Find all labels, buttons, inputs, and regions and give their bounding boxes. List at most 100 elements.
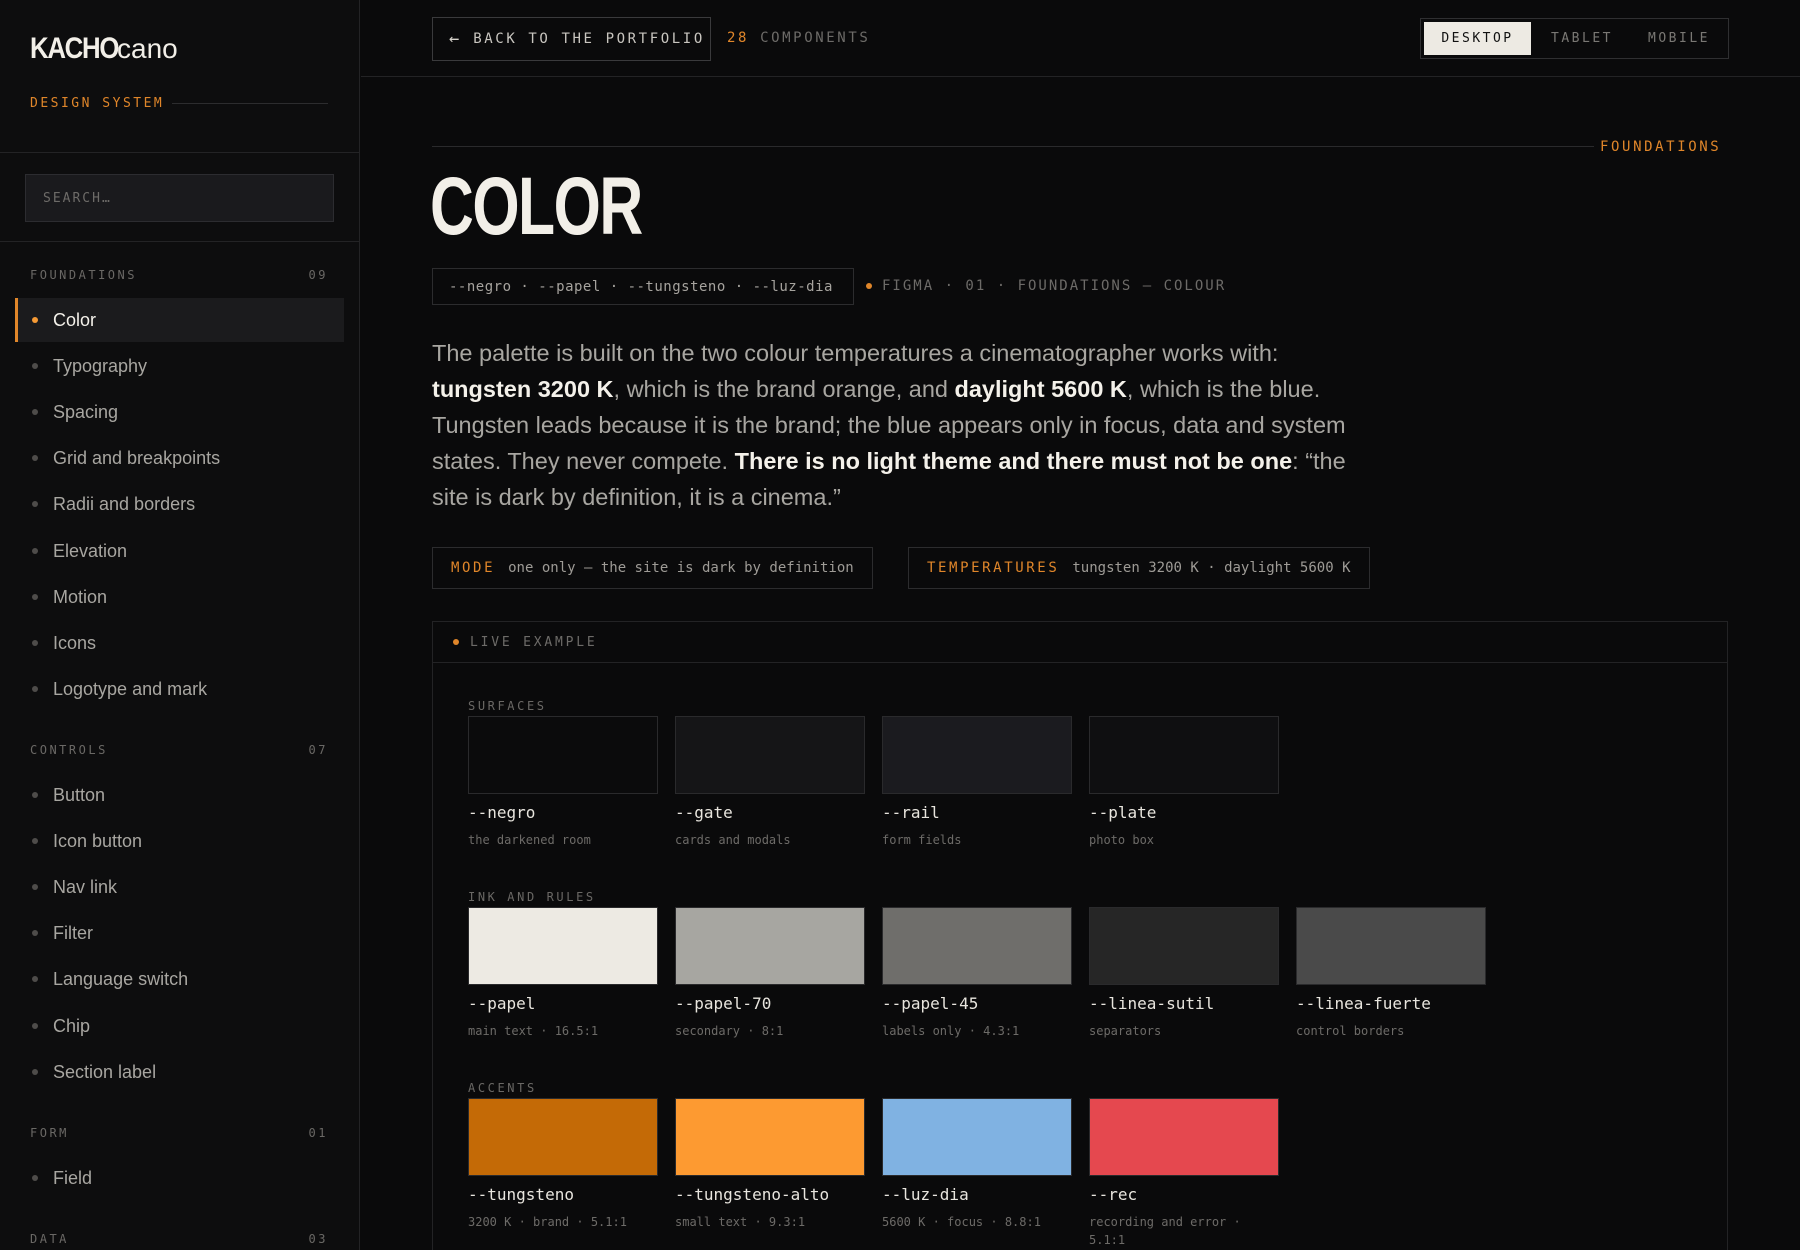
sidebar-item-color[interactable]: Color xyxy=(15,298,344,342)
bullet-dot-icon xyxy=(32,1023,38,1029)
color-swatch[interactable]: --papel-70 secondary · 8:1 xyxy=(675,907,865,1040)
viewport-toggle: DESKTOP TABLET MOBILE xyxy=(1420,18,1729,59)
color-swatch[interactable]: --rec recording and error · 5.1:1 xyxy=(1089,1098,1279,1249)
nav-group-title: CONTROLS xyxy=(30,743,108,757)
sidebar-item-logotype-and-mark[interactable]: Logotype and mark xyxy=(15,667,344,711)
swatch-group-title: ACCENTS xyxy=(468,1081,537,1095)
sidebar-item-label: Field xyxy=(53,1167,93,1188)
sidebar-item-label: Logotype and mark xyxy=(53,678,208,699)
sidebar-item-grid-and-breakpoints[interactable]: Grid and breakpoints xyxy=(15,436,344,480)
swatch-color-box xyxy=(675,1098,865,1176)
sidebar-item-spacing[interactable]: Spacing xyxy=(15,390,344,434)
swatch-token-name: --plate xyxy=(1089,803,1157,822)
sidebar-item-button[interactable]: Button xyxy=(15,773,344,817)
nav-group-header: FOUNDATIONS 09 xyxy=(30,268,328,282)
sidebar-item-field[interactable]: Field xyxy=(15,1156,344,1200)
color-swatch[interactable]: --linea-fuerte control borders xyxy=(1296,907,1486,1040)
sidebar-item-filter[interactable]: Filter xyxy=(15,911,344,955)
live-example-label: LIVE EXAMPLE xyxy=(470,634,598,650)
sidebar-item-label: Button xyxy=(53,784,106,805)
swatch-token-name: --tungsteno xyxy=(468,1185,574,1204)
viewport-tablet-button[interactable]: TABLET xyxy=(1531,22,1633,55)
component-count: 28 COMPONENTS xyxy=(727,30,870,46)
pill-value: tungsten 3200 K · daylight 5600 K xyxy=(1072,560,1351,576)
mode-pill: MODE one only — the site is dark by defi… xyxy=(432,547,873,589)
section-rule xyxy=(432,146,1594,147)
swatch-color-box xyxy=(468,716,658,794)
color-swatch[interactable]: --papel main text · 16.5:1 xyxy=(468,907,658,1040)
sidebar-item-typography[interactable]: Typography xyxy=(15,344,344,388)
brand-logo[interactable]: KACHO cano xyxy=(30,32,178,66)
sidebar-item-motion[interactable]: Motion xyxy=(15,575,344,619)
sidebar-item-label: Grid and breakpoints xyxy=(53,447,221,468)
swatch-description: the darkened room xyxy=(468,833,591,847)
status-dot-icon xyxy=(453,639,459,645)
swatch-token-name: --rail xyxy=(882,803,940,822)
nav-group-count: 03 xyxy=(308,1232,328,1246)
swatch-color-box xyxy=(1089,716,1279,794)
nav-group-count: 09 xyxy=(308,268,328,282)
color-swatch[interactable]: --negro the darkened room xyxy=(468,716,658,849)
swatch-description: separators xyxy=(1089,1024,1162,1038)
temperatures-pill: TEMPERATURES tungsten 3200 K · daylight … xyxy=(908,547,1370,589)
nav-group-count: 07 xyxy=(308,743,328,757)
intro-text: , which is the brand orange, and xyxy=(613,376,955,402)
swatch-token-name: --papel-45 xyxy=(882,994,979,1013)
color-swatch[interactable]: --linea-sutil separators xyxy=(1089,907,1279,1040)
swatch-description: secondary · 8:1 xyxy=(675,1024,784,1038)
intro-paragraph: The palette is built on the two colour t… xyxy=(432,335,1382,515)
sidebar-item-language-switch[interactable]: Language switch xyxy=(15,957,344,1001)
sidebar-item-label: Filter xyxy=(53,922,93,943)
color-swatch[interactable]: --tungsteno 3200 K · brand · 5.1:1 xyxy=(468,1098,658,1231)
intro-emphasis: There is no light theme and there must n… xyxy=(734,448,1293,474)
sidebar-item-nav-link[interactable]: Nav link xyxy=(15,865,344,909)
divider xyxy=(0,241,359,242)
status-dot-icon xyxy=(866,283,872,289)
color-swatch[interactable]: --tungsteno-alto small text · 9.3:1 xyxy=(675,1098,865,1231)
color-swatch[interactable]: --luz-dia 5600 K · focus · 8.8:1 xyxy=(882,1098,1072,1231)
swatch-description: photo box xyxy=(1089,833,1155,847)
figma-reference: FIGMA · 01 · FOUNDATIONS — COLOUR xyxy=(866,278,1226,294)
color-swatch[interactable]: --plate photo box xyxy=(1089,716,1279,849)
swatch-description: recording and error · 5.1:1 xyxy=(1089,1215,1241,1247)
brand-wordmark-light: cano xyxy=(117,33,178,64)
sidebar-item-label: Icon button xyxy=(53,830,143,851)
sidebar-item-icon-button[interactable]: Icon button xyxy=(15,819,344,863)
back-button-label: BACK TO THE PORTFOLIO xyxy=(473,31,705,47)
section-tag: FOUNDATIONS xyxy=(1600,139,1722,155)
pill-key: MODE xyxy=(451,560,496,576)
sidebar-item-label: Motion xyxy=(53,586,108,607)
color-swatch[interactable]: --rail form fields xyxy=(882,716,1072,849)
color-swatch[interactable]: --gate cards and modals xyxy=(675,716,865,849)
swatch-token-name: --papel-70 xyxy=(675,994,772,1013)
swatch-color-box xyxy=(675,907,865,985)
nav-group-header: DATA 03 xyxy=(30,1232,328,1246)
page-title: COLOR xyxy=(430,161,643,252)
intro-text: The palette is built on the two colour t… xyxy=(432,340,1279,366)
swatch-color-box xyxy=(1296,907,1486,985)
viewport-mobile-button[interactable]: MOBILE xyxy=(1633,22,1725,55)
sidebar-item-chip[interactable]: Chip xyxy=(15,1004,344,1048)
sidebar-item-section-label[interactable]: Section label xyxy=(15,1050,344,1094)
viewport-desktop-button[interactable]: DESKTOP xyxy=(1424,22,1531,55)
sidebar-item-radii-and-borders[interactable]: Radii and borders xyxy=(15,482,344,526)
swatch-description: main text · 16.5:1 xyxy=(468,1024,599,1038)
sidebar-item-label: Icons xyxy=(53,632,97,653)
sidebar-item-label: Elevation xyxy=(53,540,128,561)
figma-reference-text: FIGMA · 01 · FOUNDATIONS — COLOUR xyxy=(882,278,1227,294)
sidebar-item-elevation[interactable]: Elevation xyxy=(15,529,344,573)
top-bar: ← BACK TO THE PORTFOLIO 28 COMPONENTS DE… xyxy=(361,0,1800,77)
swatch-token-name: --papel xyxy=(468,994,536,1013)
swatch-color-box xyxy=(675,716,865,794)
back-to-portfolio-button[interactable]: ← BACK TO THE PORTFOLIO xyxy=(432,17,711,61)
swatch-description: cards and modals xyxy=(675,833,791,847)
swatch-description: labels only · 4.3:1 xyxy=(882,1024,1020,1038)
sidebar-item-icons[interactable]: Icons xyxy=(15,621,344,665)
swatch-token-name: --luz-dia xyxy=(882,1185,969,1204)
color-swatch[interactable]: --papel-45 labels only · 4.3:1 xyxy=(882,907,1072,1040)
nav-group-header: CONTROLS 07 xyxy=(30,743,328,757)
intro-emphasis: tungsten 3200 K xyxy=(432,376,614,402)
search-input[interactable] xyxy=(25,174,334,222)
sidebar-item-label: Spacing xyxy=(53,401,119,422)
swatch-color-box xyxy=(882,1098,1072,1176)
